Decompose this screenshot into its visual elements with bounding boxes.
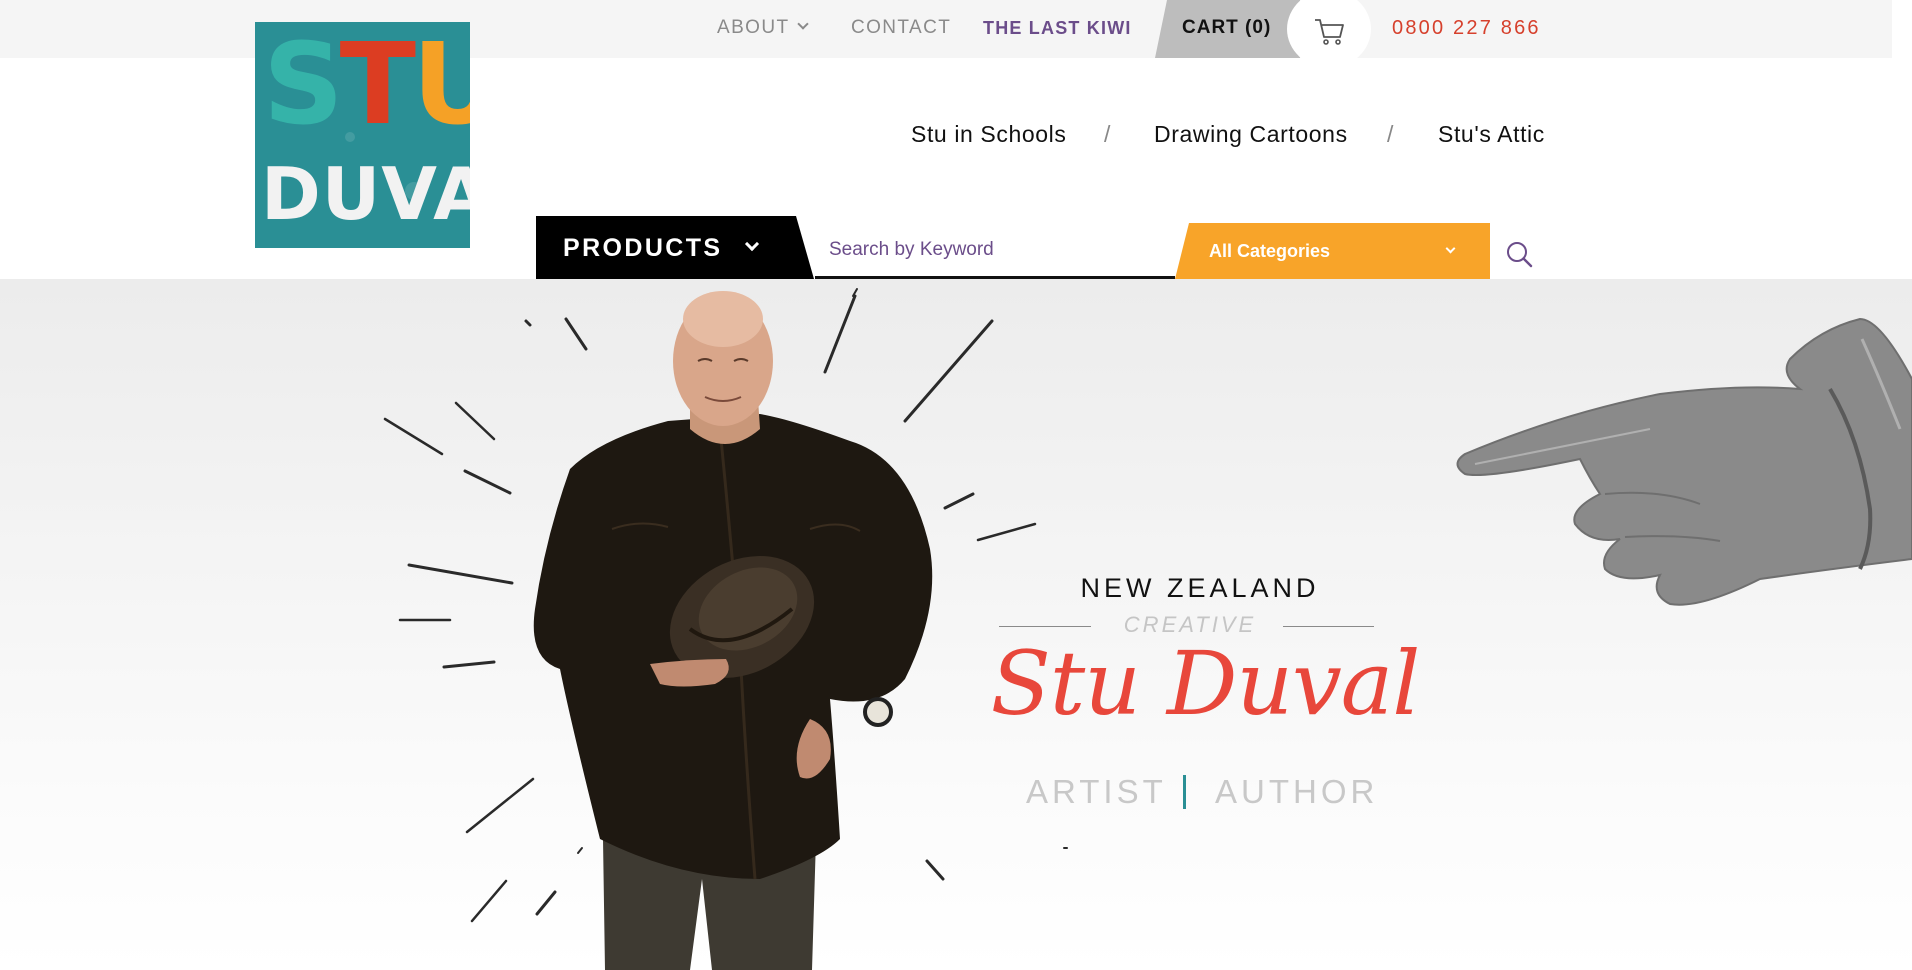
hero-illustration	[383, 288, 1912, 970]
nav-separator: /	[1104, 121, 1111, 147]
logo-letter-s: S	[263, 22, 344, 150]
nav-about[interactable]: ABOUT	[717, 17, 810, 39]
chevron-down-icon	[1445, 243, 1456, 254]
products-menu-button[interactable]: PRODUCTS	[536, 216, 814, 279]
hero-name: Stu Duval	[990, 632, 1421, 735]
chevron-down-icon	[797, 18, 810, 30]
nav-the-last-kiwi[interactable]: THE LAST KIWI	[983, 18, 1132, 39]
hero-country: NEW ZEALAND	[1080, 573, 1320, 603]
nav-stu-in-schools[interactable]: Stu in Schools	[911, 121, 1066, 148]
cart-label: CART (0)	[1182, 17, 1272, 38]
chevron-down-icon	[744, 236, 760, 252]
nav-stus-attic[interactable]: Stu's Attic	[1438, 121, 1545, 148]
site-logo[interactable]: S T U DUVAL	[255, 22, 470, 248]
cart-button[interactable]: CART (0)	[1155, 0, 1300, 58]
nav-about-label: ABOUT	[717, 17, 790, 38]
search-icon[interactable]	[1505, 240, 1535, 270]
products-label: PRODUCTS	[563, 234, 723, 262]
search-input[interactable]	[815, 224, 1175, 279]
logo-line-1: S T U	[263, 22, 470, 150]
logo-letter-t: T	[339, 22, 416, 150]
hero-role-divider	[1183, 775, 1186, 809]
logo-line-2: DUVAL	[261, 152, 470, 236]
category-select[interactable]: All Categories	[1175, 223, 1490, 279]
artist-photo	[533, 291, 933, 970]
logo-letter-u: U	[412, 22, 470, 150]
phone-number[interactable]: 0800 227 866	[1392, 17, 1541, 40]
nav-separator: /	[1387, 121, 1394, 147]
category-select-label: All Categories	[1209, 241, 1331, 261]
nav-drawing-cartoons[interactable]: Drawing Cartoons	[1154, 121, 1348, 148]
hero-banner: NEW ZEALAND CREATIVE Stu Duval ARTIST AU…	[0, 279, 1912, 970]
pointing-hand-illustration	[1456, 317, 1912, 606]
cart-icon	[1315, 19, 1344, 45]
hero-role-author: AUTHOR	[1215, 773, 1379, 810]
nav-contact[interactable]: CONTACT	[851, 17, 951, 39]
hero-rule-right	[1283, 626, 1374, 627]
hero-role-artist: ARTIST	[1026, 773, 1167, 810]
